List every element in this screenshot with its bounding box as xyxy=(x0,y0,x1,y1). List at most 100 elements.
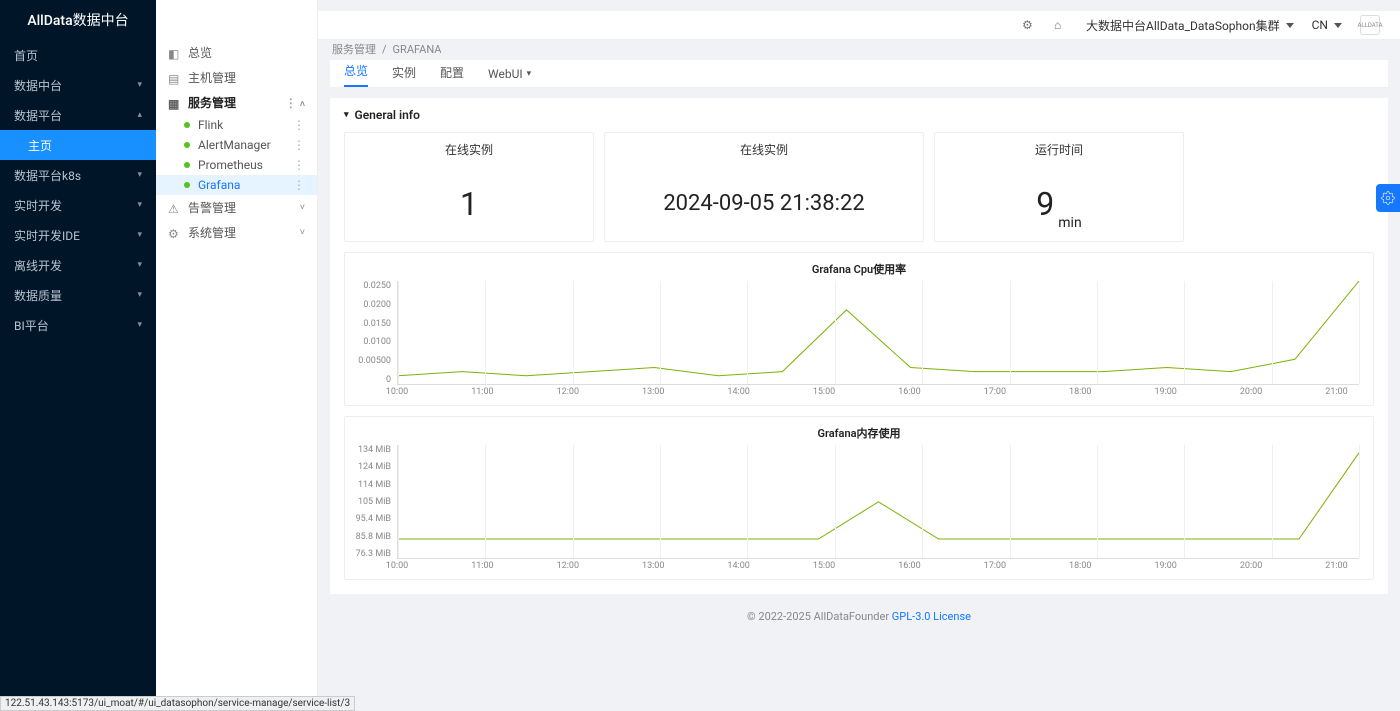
chevron-down-icon: ▾ xyxy=(527,69,532,79)
sidebar-left: AllData数据中台 首页 数据中台 ▾ 数据平台 ▴ 主页 数据平台k8s ▾ 实… xyxy=(0,0,156,711)
chart-mem: Grafana内存使用 134 MiB124 MiB114 MiB105 MiB… xyxy=(344,416,1374,580)
nav-realtime-ide-label: 实时开发IDE xyxy=(14,227,80,244)
uptime-number: 9 xyxy=(1036,185,1054,223)
more-icon[interactable]: ⋮ xyxy=(285,96,297,110)
avatar-label: ALLDATA xyxy=(1357,22,1382,29)
plot-area xyxy=(397,281,1359,385)
status-dot-icon xyxy=(184,142,190,148)
more-icon[interactable]: ⋮ xyxy=(293,178,305,192)
home-icon[interactable]: ⌂ xyxy=(1054,18,1068,32)
footer-license-link[interactable]: GPL-3.0 License xyxy=(892,610,971,623)
more-icon[interactable]: ⋮ xyxy=(293,138,305,152)
svc-prometheus-label: Prometheus xyxy=(198,158,263,172)
mid-service-mgmt[interactable]: ▦服务管理⋮ ˄ xyxy=(156,90,317,115)
nav-realtime-ide[interactable]: 实时开发IDE ▾ xyxy=(0,220,156,250)
chevron-up-icon: ˄ xyxy=(300,100,305,110)
mid-system-mgmt[interactable]: ⚙系统管理˅ xyxy=(156,220,317,245)
breadcrumb-sep: / xyxy=(382,43,387,56)
chevron-down-icon: ˅ xyxy=(300,202,305,213)
breadcrumb: 服务管理 / GRAFANA xyxy=(330,40,1388,58)
server-icon: ▤ xyxy=(168,72,180,84)
card-title: 在线实例 xyxy=(345,133,593,166)
float-settings-button[interactable] xyxy=(1376,184,1400,212)
footer-copyright: © 2022-2025 AllDataFounder xyxy=(747,610,892,623)
avatar[interactable]: ALLDATA xyxy=(1360,15,1380,35)
chart-title: Grafana Cpu使用率 xyxy=(355,261,1363,277)
svc-flink[interactable]: Flink⋮ xyxy=(156,115,317,135)
card-value: 1 xyxy=(345,166,593,241)
footer: © 2022-2025 AllDataFounder GPL-3.0 Licen… xyxy=(330,594,1388,631)
mid-host-mgmt[interactable]: ▤ 主机管理 xyxy=(156,65,317,90)
x-axis: 10:0011:0012:0013:0014:0015:0016:0017:00… xyxy=(397,387,1359,399)
nav-data-quality-label: 数据质量 xyxy=(14,287,62,304)
caret-down-icon xyxy=(1334,23,1342,28)
status-dot-icon xyxy=(184,162,190,168)
mid-alert-mgmt-label: 告警管理 xyxy=(188,199,236,216)
chevron-down-icon: ˅ xyxy=(300,227,305,238)
lang-selector[interactable]: CN xyxy=(1312,18,1342,32)
status-url: 122.51.43.143:5173/ui_moat/#/ui_datasoph… xyxy=(0,696,355,711)
nav-data-platform[interactable]: 数据平台 ▴ xyxy=(0,100,156,130)
y-axis: 134 MiB124 MiB114 MiB105 MiB95.4 MiB85.8… xyxy=(355,445,395,559)
svc-grafana[interactable]: Grafana ⋮ xyxy=(156,175,317,195)
chart-cpu: Grafana Cpu使用率 0.02500.02000.01500.01000… xyxy=(344,252,1374,406)
chevron-down-icon: ▾ xyxy=(137,260,142,270)
section-title: General info xyxy=(355,108,420,122)
svc-prometheus[interactable]: Prometheus ⋮ xyxy=(156,155,317,175)
nav-bi-platform[interactable]: BI平台 ▾ xyxy=(0,310,156,340)
nav-offline-dev[interactable]: 离线开发 ▾ xyxy=(0,250,156,280)
breadcrumb-root[interactable]: 服务管理 xyxy=(332,41,376,57)
lang-label: CN xyxy=(1312,18,1328,32)
chevron-down-icon: ▾ xyxy=(137,170,142,180)
mid-alert-mgmt[interactable]: ⚠ 告警管理 ˅ xyxy=(156,195,317,220)
section-toggle[interactable]: ▾ General info xyxy=(344,108,1374,122)
nav-data-center[interactable]: 数据中台 ▾ xyxy=(0,70,156,100)
card-title: 在线实例 xyxy=(605,133,923,166)
nav-data-center-label: 数据中台 xyxy=(14,77,62,94)
chart-title: Grafana内存使用 xyxy=(355,425,1363,441)
nav-realtime-dev[interactable]: 实时开发 ▾ xyxy=(0,190,156,220)
chevron-down-icon: ▾ xyxy=(137,290,142,300)
nav-data-quality[interactable]: 数据质量 ▾ xyxy=(0,280,156,310)
tab-overview[interactable]: 总览 xyxy=(344,62,368,87)
chevron-up-icon: ▴ xyxy=(137,110,142,120)
mid-host-mgmt-label: 主机管理 xyxy=(188,69,236,86)
tab-config[interactable]: 配置 xyxy=(440,64,464,87)
chevron-down-icon: ▾ xyxy=(137,230,142,240)
more-icon[interactable]: ⋮ xyxy=(293,158,305,172)
tab-instance[interactable]: 实例 xyxy=(392,64,416,87)
nav-offline-dev-label: 离线开发 xyxy=(14,257,62,274)
chevron-down-icon: ▾ xyxy=(137,80,142,90)
chevron-down-icon: ▾ xyxy=(137,200,142,210)
nav-home[interactable]: 首页 xyxy=(0,40,156,70)
card-value: 9min xyxy=(935,166,1183,241)
nav-bi-platform-label: BI平台 xyxy=(14,317,49,334)
uptime-unit: min xyxy=(1058,215,1081,241)
mid-overview[interactable]: ◧ 总览 xyxy=(156,40,317,65)
svc-alertmanager-label: AlertManager xyxy=(198,138,271,152)
tab-webui[interactable]: WebUI▾ xyxy=(488,67,531,87)
mid-service-mgmt-label: 服务管理 xyxy=(188,94,236,111)
card-value: 2024-09-05 21:38:22 xyxy=(605,166,923,241)
bell-icon: ⚠ xyxy=(168,202,180,214)
cluster-selector[interactable]: 大数据中台AllData_DataSophon集群 xyxy=(1086,17,1294,34)
brand-title: AllData数据中台 xyxy=(0,0,156,40)
dashboard-icon: ◧ xyxy=(168,47,180,59)
card-online-instance: 在线实例 1 xyxy=(344,132,594,242)
chevron-down-icon: ▾ xyxy=(137,320,142,330)
nav-data-platform-k8s-label: 数据平台k8s xyxy=(14,167,81,184)
nav-data-platform-k8s[interactable]: 数据平台k8s ▾ xyxy=(0,160,156,190)
gear-icon: ⚙ xyxy=(168,227,180,239)
svc-alertmanager[interactable]: AlertManager ⋮ xyxy=(156,135,317,155)
nav-data-platform-label: 数据平台 xyxy=(14,107,62,124)
nav-data-platform-home[interactable]: 主页 xyxy=(0,130,156,160)
svc-grafana-label: Grafana xyxy=(198,178,240,192)
nav-home-label: 首页 xyxy=(14,47,38,64)
plot-area xyxy=(397,445,1359,559)
nav-realtime-dev-label: 实时开发 xyxy=(14,197,62,214)
x-axis: 10:0011:0012:0013:0014:0015:0016:0017:00… xyxy=(397,561,1359,573)
settings-icon[interactable]: ⚙ xyxy=(1022,18,1036,32)
more-icon[interactable]: ⋮ xyxy=(293,118,305,132)
section-general-info: ▾ General info 在线实例 1 在线实例 2024-09-05 21… xyxy=(330,98,1388,594)
mid-overview-label: 总览 xyxy=(188,44,212,61)
